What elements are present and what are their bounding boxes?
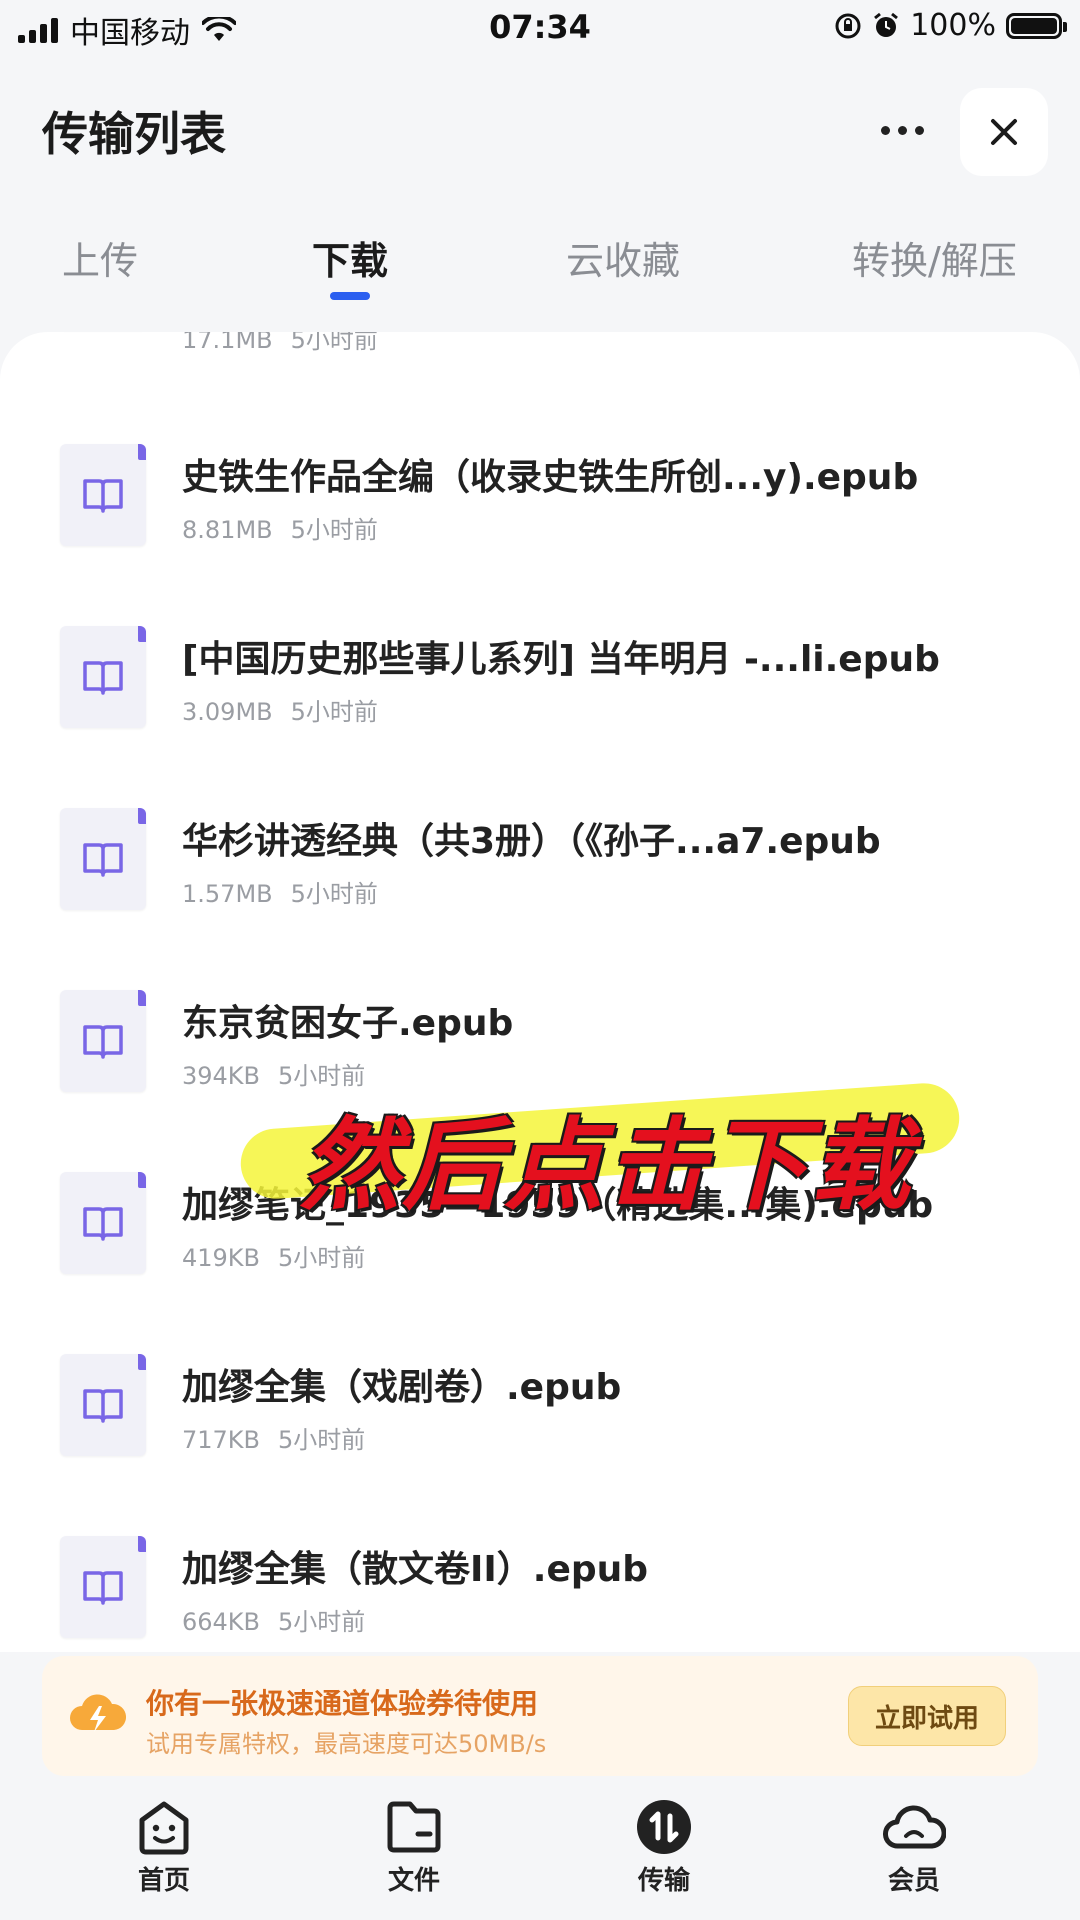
battery-icon — [1006, 12, 1067, 39]
file-meta: 8.81MB 5小时前 — [182, 510, 378, 545]
file-size: 3.09MB — [182, 698, 273, 726]
nav-label: 会员 — [887, 1866, 940, 1896]
file-time: 5小时前 — [290, 516, 378, 544]
file-name: 华杉讲透经典（共3册）（《孙子...a7.epub — [182, 821, 881, 862]
transfer-icon — [637, 1800, 691, 1854]
list-item[interactable]: [中国历史那些事儿系列] 当年明月 -...li.epub 3.09MB 5小时前 — [0, 626, 1080, 808]
file-time: 5小时前 — [290, 332, 378, 354]
download-list: 17.1MB 5小时前 史铁生作品全编（收录史铁生所创...y).epub 8.8… — [0, 332, 1080, 1652]
rotation-lock-icon — [835, 13, 861, 38]
more-dot-icon — [897, 125, 907, 135]
file-time: 5小时前 — [278, 1426, 366, 1454]
more-dot-icon — [880, 125, 890, 135]
file-meta: 17.1MB 5小时前 — [182, 332, 378, 355]
tab-cloud-favorites[interactable]: 云收藏 — [566, 230, 680, 285]
nav-files[interactable]: 文件 — [334, 1798, 494, 1897]
close-button[interactable] — [960, 88, 1048, 176]
epub-file-icon — [60, 990, 146, 1092]
file-size: 717KB — [182, 1426, 261, 1454]
file-meta: 664KB 5小时前 — [182, 1602, 365, 1637]
overlay-caption: 然后点击下载 — [238, 1066, 962, 1224]
file-meta: 717KB 5小时前 — [182, 1420, 365, 1455]
battery-percent: 100% — [910, 8, 996, 43]
promo-title: 你有一张极速通道体验券待使用 — [146, 1687, 539, 1720]
file-meta: 419KB 5小时前 — [182, 1238, 365, 1273]
file-size: 419KB — [182, 1244, 261, 1272]
nav-label: 首页 — [137, 1866, 190, 1896]
nav-home[interactable]: 首页 — [84, 1798, 244, 1897]
folder-icon — [387, 1801, 441, 1853]
transfer-list-screen: 中国移动 07:34 100% 传输列表 上传 下载 云收藏 转换/解压 17.… — [0, 0, 1080, 1920]
bottom-nav: 首页 文件 传输 会员 — [0, 1790, 1080, 1920]
cloud-member-icon — [883, 1805, 946, 1849]
epub-file-icon — [60, 1354, 146, 1456]
status-right: 100% — [834, 8, 1067, 43]
list-item[interactable]: 加缪全集（散文卷II）.epub 664KB 5小时前 — [0, 1536, 1080, 1652]
list-item[interactable]: 17.1MB 5小时前 — [0, 332, 1080, 370]
file-time: 5小时前 — [278, 1244, 366, 1272]
nav-transfer[interactable]: 传输 — [584, 1798, 744, 1897]
close-icon — [991, 119, 1017, 145]
tab-convert-extract[interactable]: 转换/解压 — [852, 230, 1017, 285]
alarm-icon — [874, 12, 899, 37]
file-name: 加缪全集（戏剧卷）.epub — [182, 1367, 622, 1408]
file-meta: 1.57MB 5小时前 — [182, 874, 378, 909]
list-item[interactable]: 华杉讲透经典（共3册）（《孙子...a7.epub 1.57MB 5小时前 — [0, 808, 1080, 990]
epub-file-icon — [60, 626, 146, 728]
page-title: 传输列表 — [42, 107, 226, 161]
status-bar: 中国移动 07:34 100% — [0, 0, 1080, 56]
more-options-button[interactable] — [870, 104, 934, 156]
tab-upload[interactable]: 上传 — [62, 230, 138, 285]
nav-label: 文件 — [387, 1866, 440, 1896]
epub-file-icon — [60, 808, 146, 910]
file-size: 1.57MB — [182, 880, 273, 908]
epub-file-icon — [60, 1536, 146, 1638]
file-name: 史铁生作品全编（收录史铁生所创...y).epub — [182, 457, 919, 498]
epub-file-icon — [60, 1172, 146, 1274]
nav-member[interactable]: 会员 — [834, 1798, 994, 1897]
active-tab-indicator — [330, 292, 370, 300]
lightning-cloud-icon — [70, 1694, 126, 1732]
file-name: 加缪全集（散文卷II）.epub — [182, 1549, 649, 1590]
tab-bar: 上传 下载 云收藏 转换/解压 — [0, 220, 1080, 310]
file-meta: 3.09MB 5小时前 — [182, 692, 378, 727]
nav-label: 传输 — [637, 1866, 690, 1896]
more-dot-icon — [914, 125, 924, 135]
file-size: 17.1MB — [182, 332, 273, 354]
tab-download[interactable]: 下载 — [312, 230, 388, 285]
file-size: 664KB — [182, 1608, 261, 1636]
file-time: 5小时前 — [290, 880, 378, 908]
epub-file-icon — [60, 444, 146, 546]
caption-text: 然后点击下载 — [300, 1107, 912, 1224]
file-name: 东京贫困女子.epub — [182, 1003, 514, 1044]
file-time: 5小时前 — [290, 698, 378, 726]
header: 传输列表 — [0, 80, 1080, 180]
list-item[interactable]: 史铁生作品全编（收录史铁生所创...y).epub 8.81MB 5小时前 — [0, 444, 1080, 626]
speed-voucher-banner: 你有一张极速通道体验券待使用 试用专属特权，最高速度可达50MB/s 立即试用 — [42, 1656, 1038, 1776]
file-time: 5小时前 — [278, 1608, 366, 1636]
file-name: [中国历史那些事儿系列] 当年明月 -...li.epub — [182, 639, 940, 680]
try-now-button[interactable]: 立即试用 — [848, 1686, 1006, 1746]
promo-subtitle: 试用专属特权，最高速度可达50MB/s — [146, 1730, 547, 1758]
file-size: 8.81MB — [182, 516, 273, 544]
list-item[interactable]: 加缪全集（戏剧卷）.epub 717KB 5小时前 — [0, 1354, 1080, 1536]
home-smile-icon — [139, 1801, 189, 1855]
